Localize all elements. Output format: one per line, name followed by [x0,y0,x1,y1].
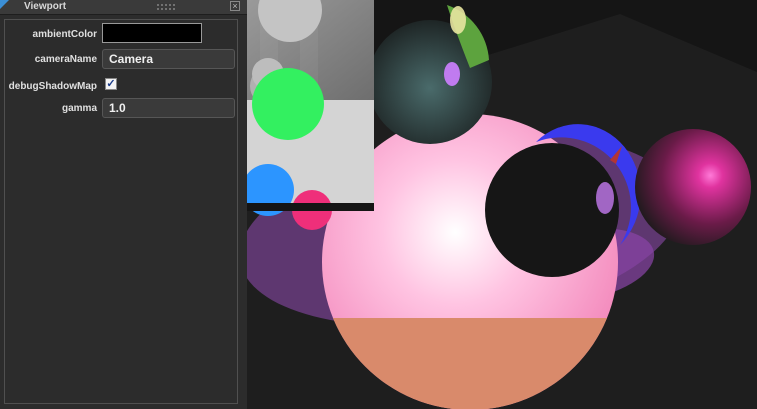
gamma-field[interactable]: 1.0 [102,98,235,118]
debug-shadow-map-checkbox[interactable]: ✓ [105,78,117,90]
panel-titlebar[interactable]: Viewport × [0,0,247,15]
camera-name-field[interactable]: Camera [102,49,235,69]
sphere-purple-glint [444,62,460,86]
panel-title: Viewport [24,1,67,12]
sphere-opening [485,143,619,277]
blue-highlight [596,182,614,214]
viewport-scene [247,0,757,409]
viewport-properties-panel: Viewport × ambientColor cameraName Camer… [0,0,247,409]
debug-shadow-map-label: debugShadowMap [8,81,97,92]
property-group-frame [4,19,238,404]
gamma-label: gamma [61,103,97,114]
drag-grip-icon[interactable] [156,3,176,11]
panel-corner-icon [0,0,9,9]
debug-shadow-map-preview [247,0,374,230]
ambient-color-swatch[interactable] [102,23,202,43]
3d-viewport[interactable] [247,0,757,409]
camera-name-label: cameraName [34,54,97,65]
magenta-sphere [635,129,751,245]
ambient-color-label: ambientColor [32,29,97,40]
sphere-yellow-glint [450,6,466,34]
close-button[interactable]: × [230,1,240,11]
